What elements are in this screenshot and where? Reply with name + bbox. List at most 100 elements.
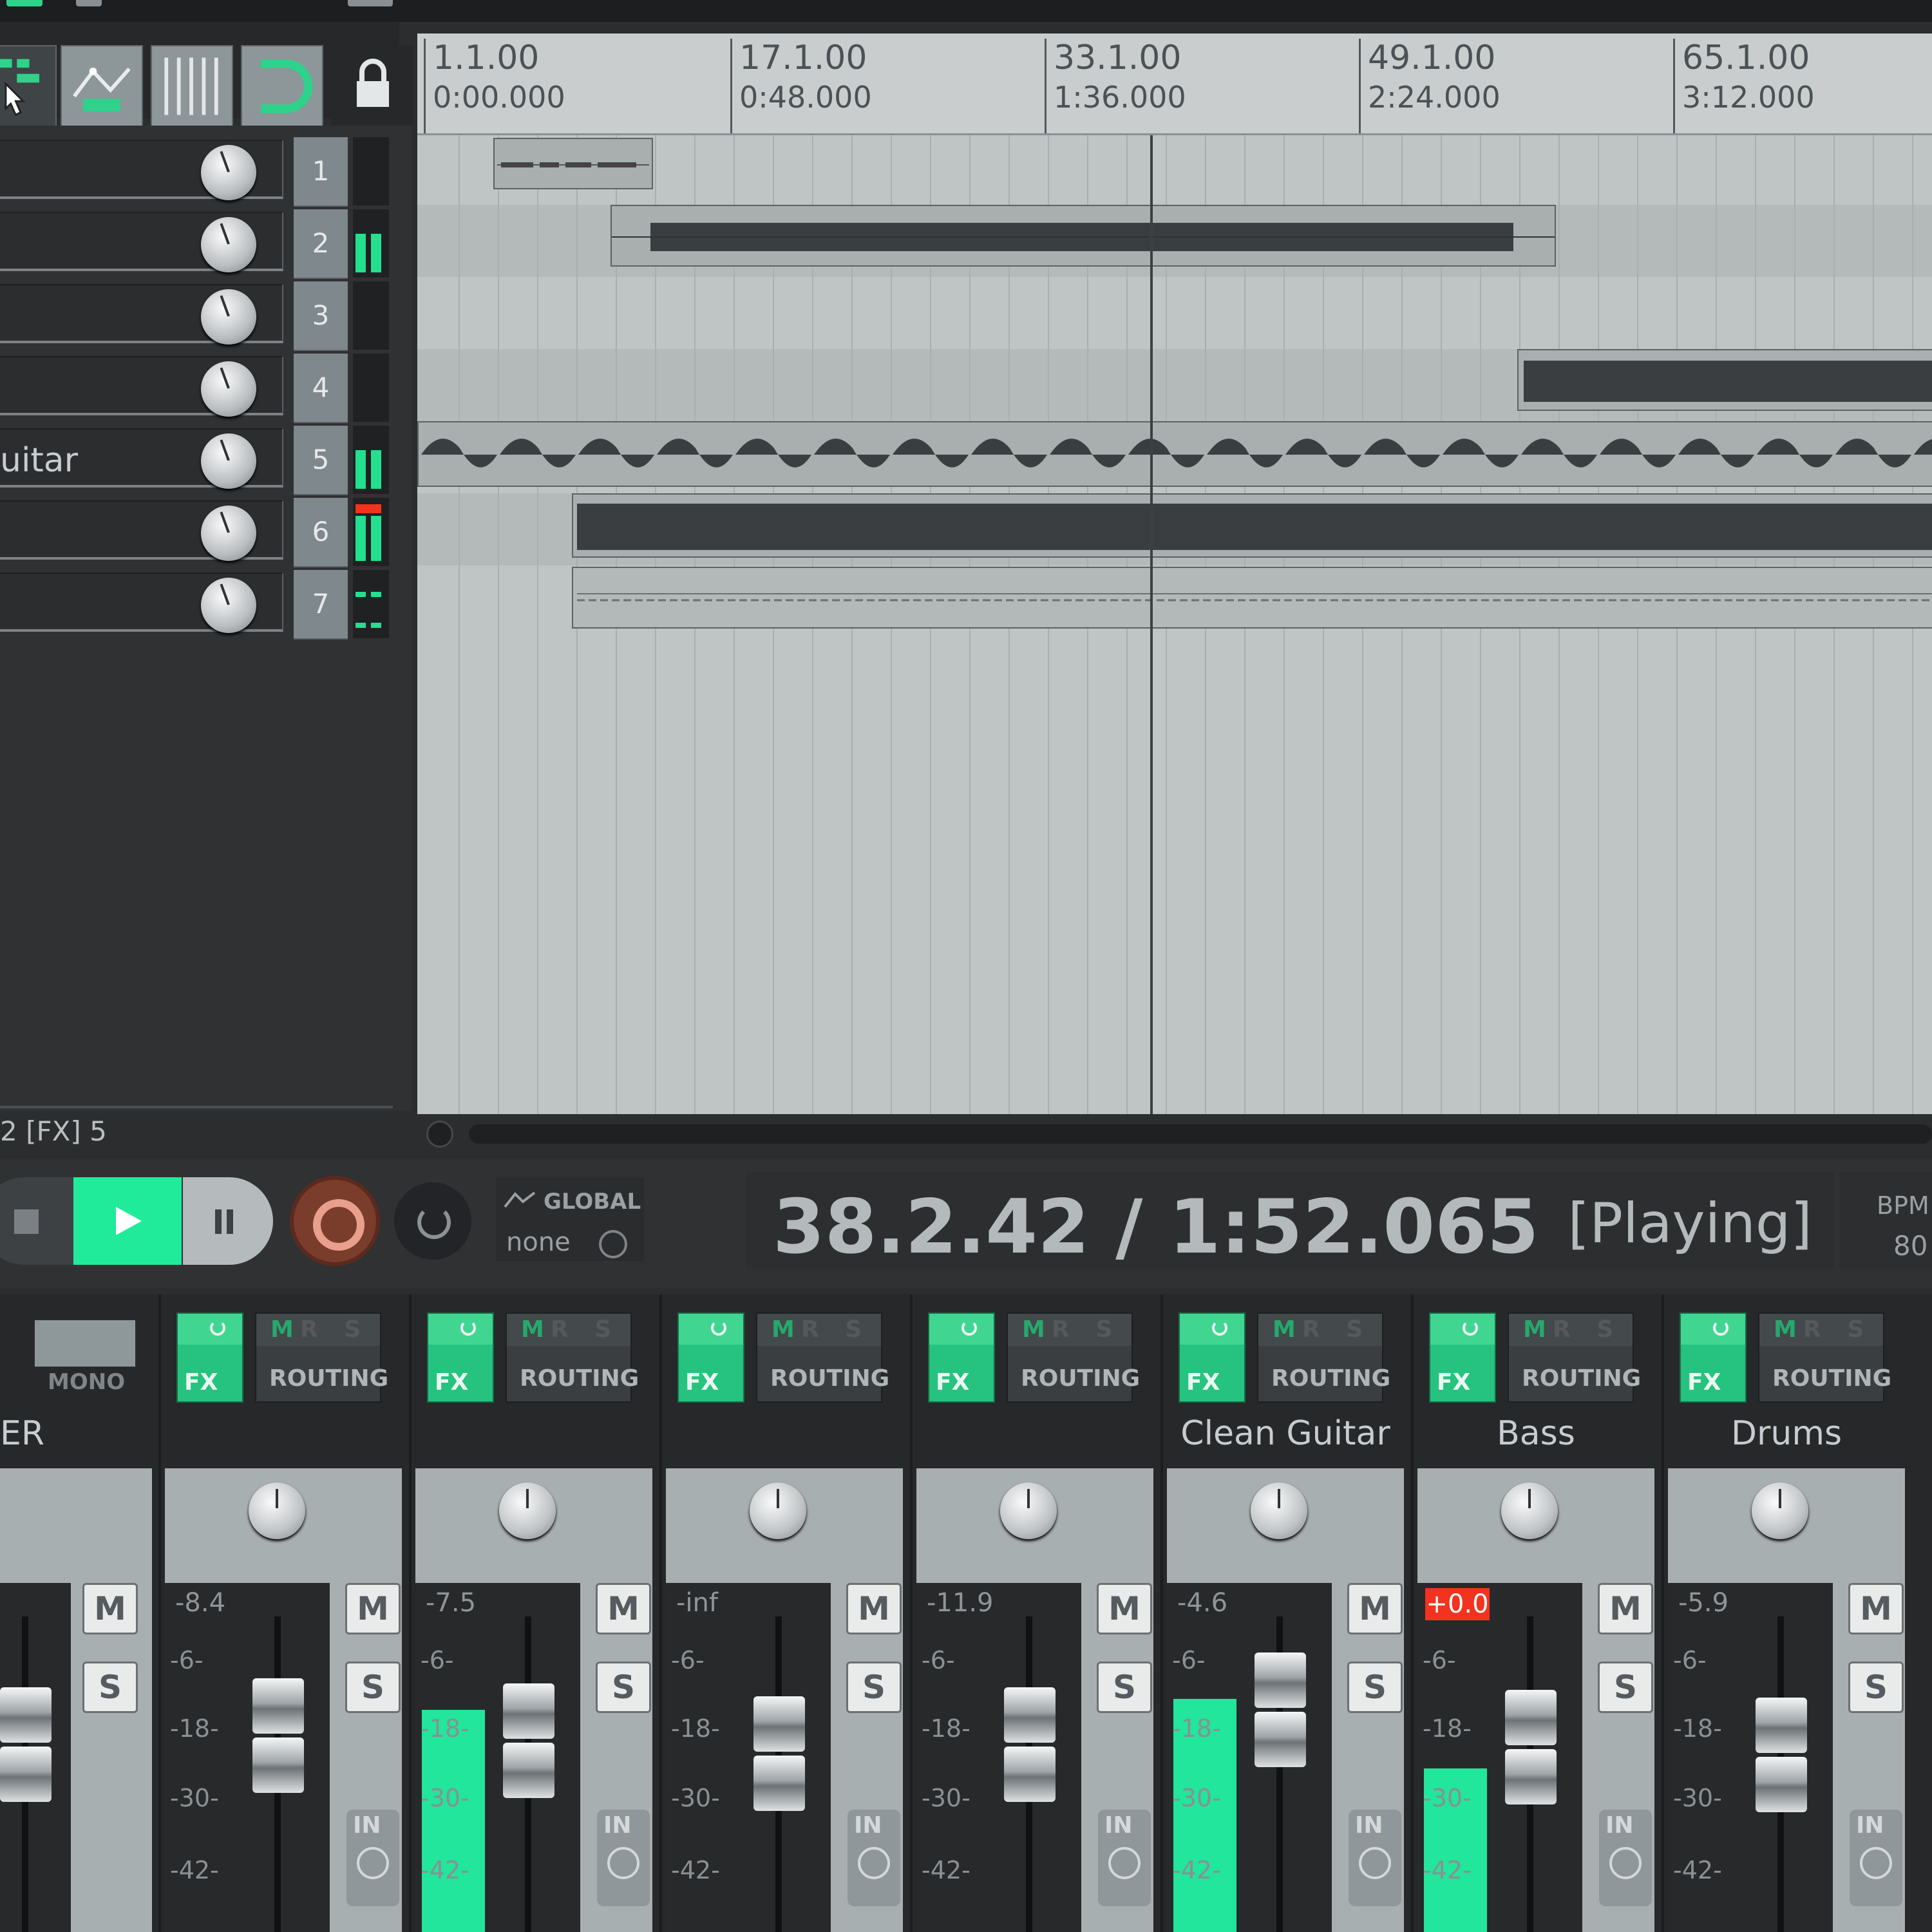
record-button[interactable] (290, 1176, 380, 1266)
routing-button[interactable]: MR S ROUTING (1257, 1312, 1390, 1403)
timeline-ruler[interactable]: 1.1.00 0:00.000 17.1.00 0:48.000 33.1.00 1:… (417, 33, 1932, 135)
item-grouping-icon[interactable] (0, 45, 57, 128)
volume-knob[interactable] (201, 433, 256, 489)
volume-knob[interactable] (201, 289, 256, 345)
pause-button[interactable] (183, 1177, 273, 1265)
fx-button[interactable]: FX (1680, 1312, 1747, 1403)
lock-icon[interactable] (331, 45, 413, 128)
pan-knob[interactable] (1000, 1482, 1057, 1539)
routing-button[interactable]: MR S ROUTING (756, 1312, 889, 1403)
input-button[interactable]: IN (1599, 1810, 1652, 1906)
media-item-midi[interactable] (572, 567, 1932, 629)
volume-knob[interactable] (201, 506, 256, 561)
mute-button[interactable]: M (345, 1583, 401, 1634)
stop-button[interactable] (0, 1177, 77, 1265)
volume-fader[interactable] (753, 1696, 805, 1816)
play-button[interactable] (73, 1177, 182, 1265)
volume-knob[interactable] (201, 217, 256, 272)
scroll-track[interactable] (469, 1124, 1932, 1144)
fx-button[interactable]: FX (1429, 1312, 1496, 1403)
volume-fader[interactable] (252, 1678, 304, 1798)
volume-knob[interactable] (201, 145, 256, 200)
envelope-points-icon[interactable] (61, 45, 143, 128)
solo-button[interactable]: S (596, 1662, 651, 1713)
power-icon[interactable] (1180, 1314, 1244, 1345)
routing-button[interactable]: MR S ROUTING (1508, 1312, 1641, 1403)
pan-knob[interactable] (499, 1482, 556, 1539)
fx-button[interactable]: FX (176, 1312, 243, 1403)
power-icon[interactable] (178, 1314, 242, 1345)
media-item-audio[interactable] (572, 493, 1932, 558)
automation-mode[interactable]: GLOBAL none (496, 1177, 644, 1261)
grid-snap-icon[interactable] (151, 45, 233, 128)
routing-button[interactable]: MR S ROUTING (1007, 1312, 1140, 1403)
media-item-midi[interactable] (493, 138, 653, 189)
track-header[interactable]: 3 (0, 278, 399, 351)
power-icon[interactable] (1681, 1314, 1745, 1345)
clip-indicator[interactable]: +0.0 (1425, 1588, 1490, 1620)
mute-button[interactable]: M (1097, 1583, 1152, 1634)
track-header[interactable]: 6 (0, 494, 399, 567)
mono-button[interactable] (33, 1319, 137, 1368)
volume-fader[interactable] (1756, 1698, 1807, 1817)
input-button[interactable]: IN (1098, 1810, 1151, 1906)
channel-name: Clean Guitar (1180, 1414, 1390, 1453)
repeat-icon[interactable] (394, 1182, 471, 1260)
volume-fader[interactable] (503, 1683, 554, 1803)
volume-knob[interactable] (201, 578, 256, 633)
power-icon[interactable] (428, 1314, 493, 1345)
input-button[interactable]: IN (1349, 1810, 1401, 1906)
solo-button[interactable]: S (846, 1662, 902, 1713)
media-item-audio-loop[interactable] (417, 421, 1932, 487)
horizontal-scrollbar[interactable] (417, 1114, 1932, 1154)
routing-button[interactable]: MR S ROUTING (255, 1312, 388, 1403)
pan-knob[interactable] (1752, 1482, 1808, 1539)
solo-button[interactable]: S (345, 1662, 401, 1713)
power-icon[interactable] (1430, 1314, 1495, 1345)
pan-knob[interactable] (750, 1482, 806, 1539)
mute-button[interactable]: M (82, 1583, 138, 1634)
volume-knob[interactable] (201, 361, 256, 417)
mute-button[interactable]: M (846, 1583, 902, 1634)
time-display[interactable]: 38.2.42 / 1:52.065 [Playing] (746, 1172, 1834, 1271)
solo-button[interactable]: S (82, 1662, 138, 1713)
input-button[interactable]: IN (848, 1810, 900, 1906)
fx-button[interactable]: FX (427, 1312, 494, 1403)
volume-fader[interactable] (1505, 1690, 1557, 1810)
power-icon[interactable] (929, 1314, 994, 1345)
track-header[interactable]: uitar 5 (0, 422, 399, 495)
pan-knob[interactable] (1501, 1482, 1558, 1539)
track-header[interactable]: 1 (0, 133, 399, 207)
solo-button[interactable]: S (1598, 1662, 1653, 1713)
routing-button[interactable]: MR S ROUTING (1758, 1312, 1891, 1403)
volume-fader[interactable] (1004, 1687, 1056, 1807)
input-button[interactable]: IN (1850, 1810, 1902, 1906)
input-button[interactable]: IN (346, 1810, 399, 1906)
volume-fader[interactable] (1255, 1653, 1306, 1772)
routing-button[interactable]: MR S ROUTING (506, 1312, 639, 1403)
power-icon[interactable] (679, 1314, 743, 1345)
tempo-display[interactable]: BPM 80 (1839, 1172, 1932, 1269)
fx-button[interactable]: FX (928, 1312, 995, 1403)
mute-button[interactable]: M (596, 1583, 651, 1634)
fx-button[interactable]: FX (677, 1312, 744, 1403)
solo-button[interactable]: S (1347, 1662, 1403, 1713)
solo-button[interactable]: S (1848, 1662, 1904, 1713)
media-item-audio[interactable] (611, 205, 1556, 267)
track-header[interactable]: 7 (0, 566, 399, 639)
chevron-down-icon[interactable] (599, 1230, 627, 1258)
mute-button[interactable]: M (1347, 1583, 1403, 1634)
solo-button[interactable]: S (1097, 1662, 1152, 1713)
zoom-icon[interactable] (426, 1121, 453, 1148)
ripple-magnet-icon[interactable] (241, 45, 323, 128)
mute-button[interactable]: M (1598, 1583, 1653, 1634)
pan-knob[interactable] (249, 1482, 305, 1539)
media-item-audio[interactable] (1517, 349, 1932, 411)
master-fader[interactable] (0, 1687, 52, 1807)
track-header[interactable]: 4 (0, 350, 399, 423)
track-header[interactable]: 2 (0, 205, 399, 279)
mute-button[interactable]: M (1848, 1583, 1904, 1634)
fx-button[interactable]: FX (1179, 1312, 1245, 1403)
pan-knob[interactable] (1251, 1482, 1307, 1539)
input-button[interactable]: IN (597, 1810, 650, 1906)
